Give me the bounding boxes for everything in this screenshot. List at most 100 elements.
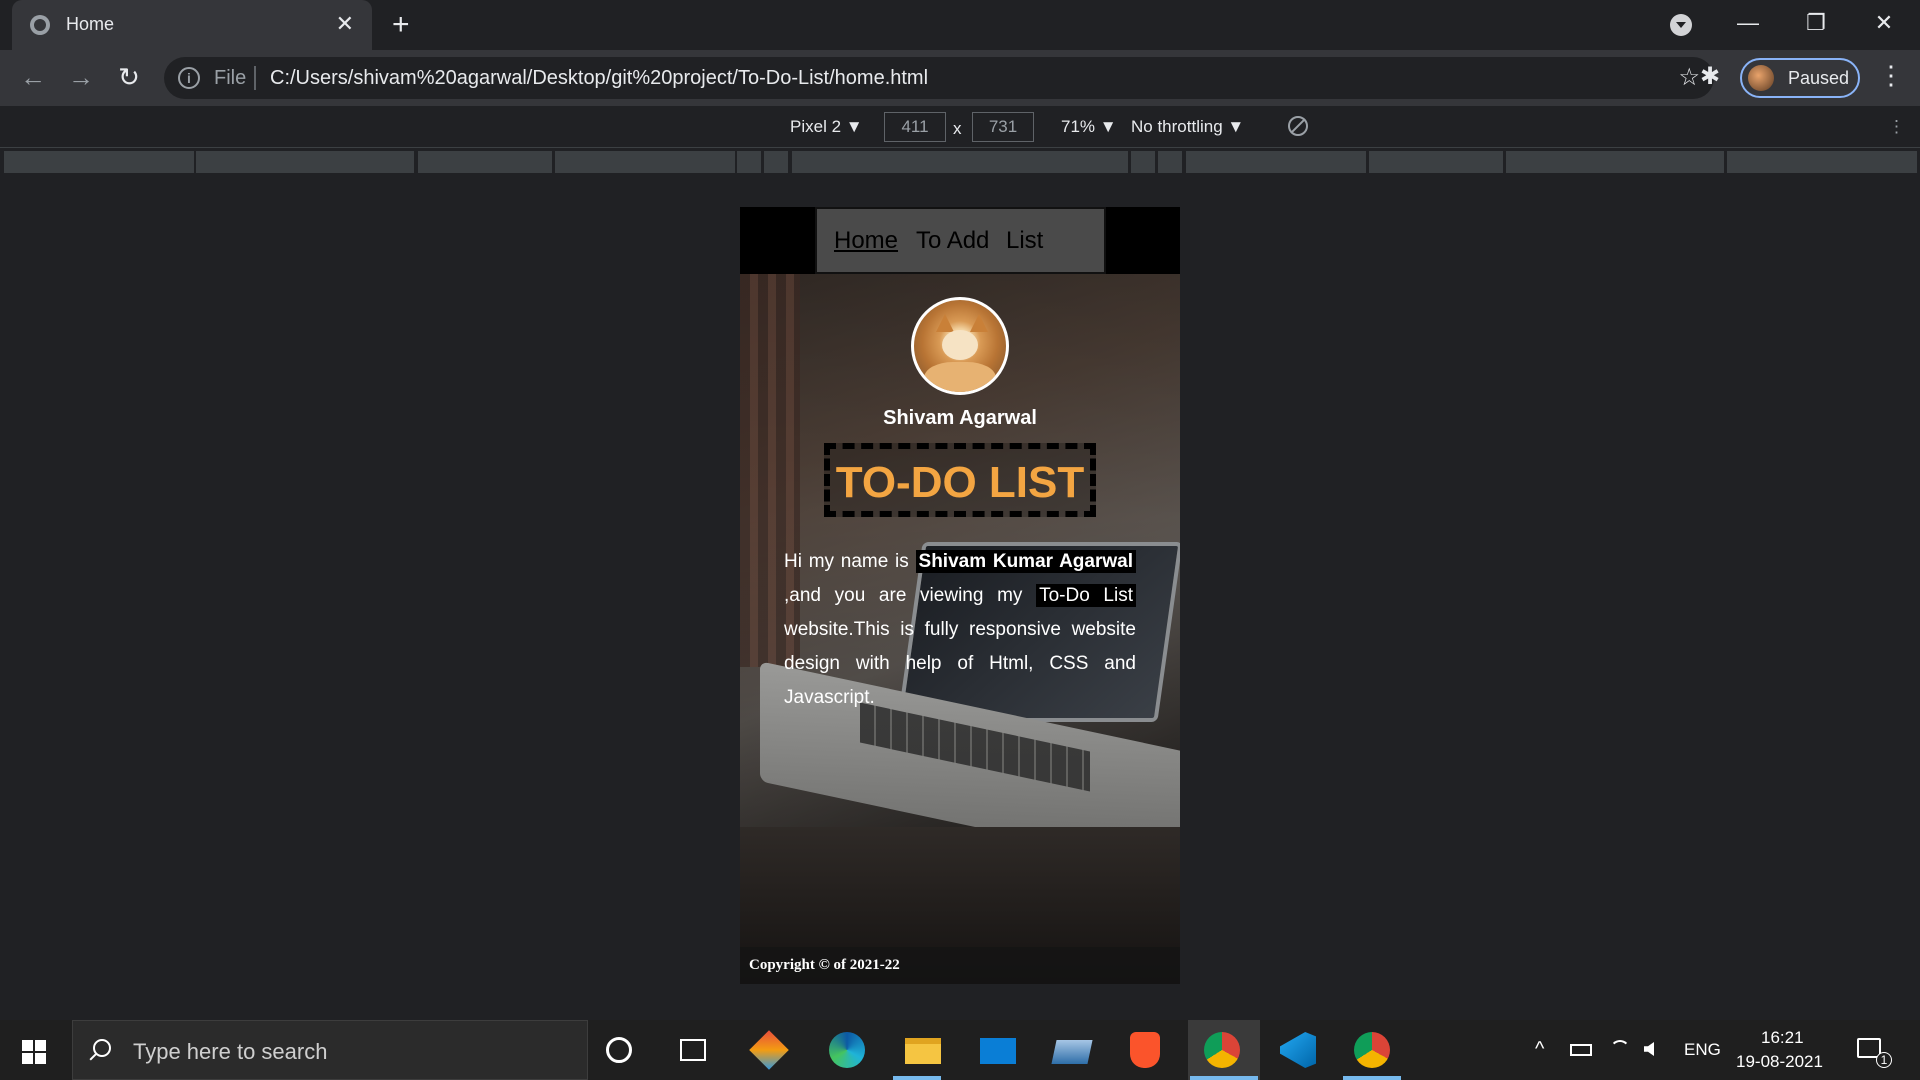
edge-icon[interactable] [829,1032,865,1068]
intro-paragraph: Hi my name is Shivam Kumar Agarwal ,and … [784,545,1136,715]
browser-toolbar: ← → ↻ i File C:/Users/shivam%20agarwal/D… [0,50,1920,106]
media-query-segment[interactable] [555,151,735,173]
nav-list-link[interactable]: List [1006,227,1043,255]
logo-pane [35,1053,46,1064]
restore-button[interactable]: ❐ [1796,6,1836,40]
browser-menu-icon[interactable]: ⋮ [1878,60,1904,91]
page-footer: Copyright © of 2021-22 [740,947,1180,984]
media-query-segment[interactable] [1727,151,1917,173]
page-title: TO-DO LIST [835,458,1085,507]
user-name: Shivam Agarwal [883,407,1037,429]
clock-date[interactable]: 19-08-2021 [1736,1052,1823,1072]
windows-taskbar: Type here to search ^ ENG 16:21 19-08-20… [0,1020,1920,1080]
profile-button[interactable]: Paused [1740,58,1860,98]
profile-status: Paused [1788,68,1850,88]
media-query-segment[interactable] [792,151,1128,173]
media-query-segment[interactable] [4,151,194,173]
profile-photo [911,297,1009,395]
device-select[interactable]: Pixel 2 ▼ [790,117,863,137]
dog-face [942,330,978,360]
clock-time[interactable]: 16:21 [1761,1028,1804,1048]
title-box: TO-DO LIST [824,443,1096,517]
highlighted-name: Shivam Kumar Agarwal [915,550,1136,573]
rotate-icon[interactable] [1288,116,1308,136]
tab-strip: Home ✕ + — ❐ ✕ [0,0,1920,50]
highlighted-site-name: To-Do List [1036,584,1136,607]
tab-search-icon[interactable] [1670,14,1692,36]
notification-count: 1 [1876,1052,1892,1068]
battery-icon[interactable] [1570,1044,1592,1056]
search-icon [93,1039,111,1057]
url-text[interactable]: C:/Users/shivam%20agarwal/Desktop/git%20… [270,67,928,90]
logo-pane [22,1040,33,1051]
vscode-icon[interactable] [1280,1032,1316,1068]
dog-ear [936,314,954,332]
taskbar-search-box[interactable]: Type here to search [72,1020,588,1080]
nav-to-add-link[interactable]: To Add [916,227,989,255]
globe-icon [30,15,50,35]
active-indicator [1190,1076,1258,1080]
nav-home-link[interactable]: Home [834,227,898,255]
media-query-segment[interactable] [196,151,414,173]
language-indicator[interactable]: ENG [1684,1040,1721,1060]
brave-icon[interactable] [1130,1032,1160,1068]
logo-pane [22,1053,33,1064]
new-tab-button[interactable]: + [392,8,410,42]
extensions-puzzle-icon[interactable]: ✱ [1700,62,1720,91]
info-icon[interactable]: i [178,67,200,89]
media-query-segment[interactable] [1186,151,1366,173]
active-indicator [893,1076,941,1080]
divider [254,66,256,90]
logo-pane [35,1040,46,1051]
device-viewport: Home To Add List Shivam Agarwal TO-DO LI… [740,207,1180,984]
browser-tab-home[interactable]: Home ✕ [12,0,372,50]
computer-icon[interactable] [1051,1040,1093,1064]
dog-body [924,362,996,392]
media-query-segment[interactable] [1131,151,1155,173]
chrome-icon[interactable] [1354,1032,1390,1068]
back-button[interactable]: ← [16,62,50,92]
wifi-icon[interactable] [1610,1040,1630,1060]
media-query-segment[interactable] [418,151,552,173]
page-nav: Home To Add List [815,207,1106,274]
viewport-height-input[interactable]: 731 [972,112,1034,142]
volume-icon[interactable] [1644,1042,1654,1056]
viewport-width-input[interactable]: 411 [884,112,946,142]
media-query-bar [0,149,1920,175]
chrome-icon [1204,1032,1240,1068]
file-explorer-icon[interactable] [905,1038,941,1064]
media-query-segment[interactable] [764,151,788,173]
media-query-segment[interactable] [1369,151,1503,173]
dimension-separator: x [953,119,962,138]
url-scheme-label: File [214,67,247,89]
active-indicator [1343,1076,1401,1080]
minimize-button[interactable]: — [1728,6,1768,40]
device-toolbar-menu-icon[interactable]: ⋮ [1888,117,1905,137]
device-toolbar: Pixel 2 ▼ 411 x 731 71% ▼ No throttling … [0,106,1920,148]
tray-expand-icon[interactable]: ^ [1535,1038,1544,1061]
windows-start-icon[interactable] [22,1040,46,1064]
forward-button[interactable]: → [64,62,98,92]
intro-text: website.This is fully responsive website… [784,619,1136,708]
dog-ear [970,314,988,332]
tab-close-button[interactable]: ✕ [336,11,354,37]
git-icon[interactable] [749,1030,789,1070]
bookmark-star-icon[interactable]: ☆ [1678,63,1700,92]
copyright-text: Copyright © of 2021-22 [749,957,900,973]
intro-text: Hi my name is [784,551,916,572]
media-query-segment[interactable] [737,151,761,173]
task-view-icon[interactable] [680,1039,706,1061]
tab-title: Home [66,14,115,34]
cortana-icon[interactable] [606,1037,632,1063]
throttling-select[interactable]: No throttling ▼ [1131,117,1244,137]
media-query-segment[interactable] [1506,151,1724,173]
address-bar[interactable]: i File C:/Users/shivam%20agarwal/Desktop… [164,57,1714,99]
mail-icon[interactable] [980,1038,1016,1064]
profile-avatar [1748,65,1774,91]
zoom-select[interactable]: 71% ▼ [1061,117,1117,137]
intro-text: ,and you are viewing my [784,585,1037,606]
media-query-segment[interactable] [1158,151,1182,173]
window-close-button[interactable]: ✕ [1864,6,1904,40]
reload-button[interactable]: ↻ [112,62,146,92]
taskbar-search-placeholder: Type here to search [133,1039,328,1064]
